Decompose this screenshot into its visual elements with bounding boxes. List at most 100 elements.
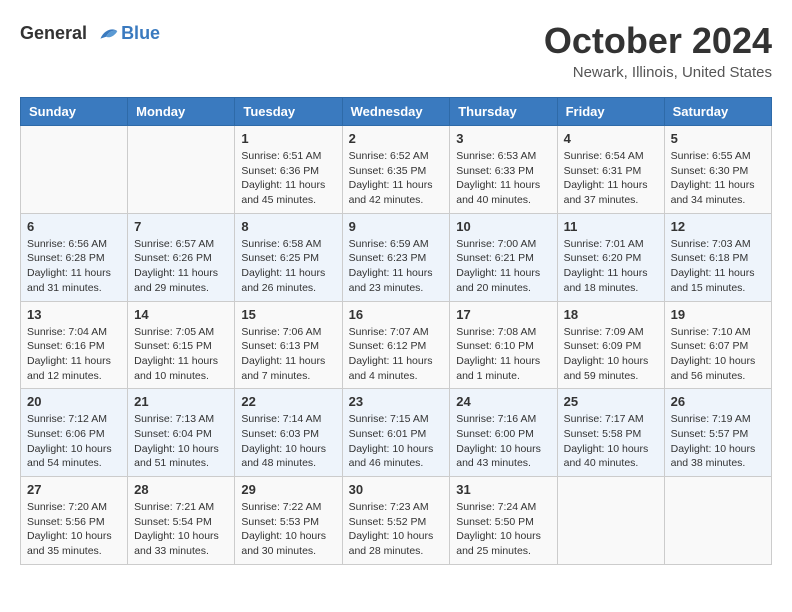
calendar-cell: 27 Sunrise: 7:20 AMSunset: 5:56 PMDayligh… (21, 477, 128, 565)
day-number: 31 (456, 482, 550, 497)
cell-line: Daylight: 10 hours and 51 minutes. (134, 442, 228, 471)
cell-line: Sunset: 6:04 PM (134, 427, 228, 442)
calendar-cell: 13Sunrise: 7:04 AMSunset: 6:16 PMDayligh… (21, 301, 128, 389)
day-number: 19 (671, 307, 765, 322)
day-number: 13 (27, 307, 121, 322)
cell-line: Sunset: 6:16 PM (27, 339, 121, 354)
day-header-friday: Friday (557, 98, 664, 126)
cell-line: Sunset: 6:28 PM (27, 251, 121, 266)
calendar-cell: 26Sunrise: 7:19 AMSunset: 5:57 PMDayligh… (664, 389, 771, 477)
cell-line: Sunrise: 6:53 AM (456, 149, 550, 164)
cell-content: Sunrise: 7:20 AMSunset: 5:56 PMDaylight:… (27, 500, 121, 559)
cell-line: Sunset: 6:23 PM (349, 251, 444, 266)
cell-line: Daylight: 11 hours and 23 minutes. (349, 266, 444, 295)
cell-line: Sunrise: 7:24 AM (456, 500, 550, 515)
cell-line: Daylight: 11 hours and 45 minutes. (241, 178, 335, 207)
calendar-cell: 15Sunrise: 7:06 AMSunset: 6:13 PMDayligh… (235, 301, 342, 389)
calendar-cell: 11Sunrise: 7:01 AMSunset: 6:20 PMDayligh… (557, 213, 664, 301)
calendar-week-row: 20 Sunrise: 7:12 AMSunset: 6:06 PMDayligh… (21, 389, 772, 477)
cell-content: Sunrise: 7:13 AMSunset: 6:04 PMDaylight:… (134, 412, 228, 471)
cell-line: Sunset: 6:15 PM (134, 339, 228, 354)
day-header-sunday: Sunday (21, 98, 128, 126)
cell-line: Sunrise: 7:05 AM (134, 325, 228, 340)
day-number: 18 (564, 307, 658, 322)
cell-line: Sunset: 6:12 PM (349, 339, 444, 354)
day-number: 29 (241, 482, 335, 497)
cell-line: Sunrise: 7:23 AM (349, 500, 444, 515)
cell-line: Daylight: 11 hours and 12 minutes. (27, 354, 121, 383)
cell-line: Daylight: 11 hours and 4 minutes. (349, 354, 444, 383)
cell-line: Sunset: 6:01 PM (349, 427, 444, 442)
cell-line: Sunset: 6:10 PM (456, 339, 550, 354)
day-header-tuesday: Tuesday (235, 98, 342, 126)
day-number: 20 (27, 394, 121, 409)
calendar-cell (557, 477, 664, 565)
cell-line: Sunrise: 7:19 AM (671, 412, 765, 427)
calendar-week-row: 27 Sunrise: 7:20 AMSunset: 5:56 PMDayligh… (21, 477, 772, 565)
calendar-cell: 16Sunrise: 7:07 AMSunset: 6:12 PMDayligh… (342, 301, 450, 389)
day-header-wednesday: Wednesday (342, 98, 450, 126)
cell-line: Daylight: 11 hours and 40 minutes. (456, 178, 550, 207)
cell-line: Daylight: 11 hours and 34 minutes. (671, 178, 765, 207)
logo: General Blue (20, 20, 160, 48)
calendar-week-row: 13Sunrise: 7:04 AMSunset: 6:16 PMDayligh… (21, 301, 772, 389)
cell-line: Daylight: 10 hours and 28 minutes. (349, 529, 444, 558)
day-number: 1 (241, 131, 335, 146)
calendar-cell (21, 126, 128, 214)
cell-content: Sunrise: 7:15 AMSunset: 6:01 PMDaylight:… (349, 412, 444, 471)
page-header: General Blue October 2024 Newark, Illino… (20, 20, 772, 81)
cell-line: Daylight: 11 hours and 1 minute. (456, 354, 550, 383)
day-number: 5 (671, 131, 765, 146)
day-number: 2 (349, 131, 444, 146)
cell-line: Daylight: 11 hours and 37 minutes. (564, 178, 658, 207)
cell-content: Sunrise: 7:03 AMSunset: 6:18 PMDaylight:… (671, 237, 765, 296)
day-number: 22 (241, 394, 335, 409)
day-number: 27 (27, 482, 121, 497)
cell-line: Daylight: 10 hours and 30 minutes. (241, 529, 335, 558)
calendar-week-row: 6Sunrise: 6:56 AMSunset: 6:28 PMDaylight… (21, 213, 772, 301)
calendar-cell: 22Sunrise: 7:14 AMSunset: 6:03 PMDayligh… (235, 389, 342, 477)
day-number: 7 (134, 219, 228, 234)
calendar-cell: 21Sunrise: 7:13 AMSunset: 6:04 PMDayligh… (128, 389, 235, 477)
location-text: Newark, Illinois, United States (544, 64, 772, 81)
calendar-cell: 12Sunrise: 7:03 AMSunset: 6:18 PMDayligh… (664, 213, 771, 301)
calendar-cell: 7Sunrise: 6:57 AMSunset: 6:26 PMDaylight… (128, 213, 235, 301)
cell-line: Sunrise: 7:08 AM (456, 325, 550, 340)
day-number: 15 (241, 307, 335, 322)
cell-line: Daylight: 11 hours and 29 minutes. (134, 266, 228, 295)
cell-content: Sunrise: 7:12 AMSunset: 6:06 PMDaylight:… (27, 412, 121, 471)
cell-line: Daylight: 11 hours and 26 minutes. (241, 266, 335, 295)
cell-line: Sunset: 5:53 PM (241, 515, 335, 530)
cell-line: Sunset: 5:50 PM (456, 515, 550, 530)
calendar-cell: 9Sunrise: 6:59 AMSunset: 6:23 PMDaylight… (342, 213, 450, 301)
calendar-cell: 2Sunrise: 6:52 AMSunset: 6:35 PMDaylight… (342, 126, 450, 214)
day-number: 6 (27, 219, 121, 234)
cell-line: Sunset: 6:26 PM (134, 251, 228, 266)
cell-line: Sunrise: 7:20 AM (27, 500, 121, 515)
calendar-cell (128, 126, 235, 214)
cell-line: Daylight: 11 hours and 31 minutes. (27, 266, 121, 295)
cell-content: Sunrise: 6:53 AMSunset: 6:33 PMDaylight:… (456, 149, 550, 208)
cell-content: Sunrise: 7:23 AMSunset: 5:52 PMDaylight:… (349, 500, 444, 559)
calendar-cell: 29Sunrise: 7:22 AMSunset: 5:53 PMDayligh… (235, 477, 342, 565)
cell-content: Sunrise: 7:00 AMSunset: 6:21 PMDaylight:… (456, 237, 550, 296)
cell-line: Sunset: 6:30 PM (671, 164, 765, 179)
day-number: 23 (349, 394, 444, 409)
cell-line: Daylight: 10 hours and 59 minutes. (564, 354, 658, 383)
calendar-cell: 18Sunrise: 7:09 AMSunset: 6:09 PMDayligh… (557, 301, 664, 389)
cell-line: Sunrise: 6:58 AM (241, 237, 335, 252)
cell-line: Sunset: 6:18 PM (671, 251, 765, 266)
calendar-cell: 4Sunrise: 6:54 AMSunset: 6:31 PMDaylight… (557, 126, 664, 214)
cell-line: Daylight: 10 hours and 38 minutes. (671, 442, 765, 471)
cell-content: Sunrise: 7:08 AMSunset: 6:10 PMDaylight:… (456, 325, 550, 384)
month-title: October 2024 (544, 20, 772, 62)
cell-line: Sunrise: 7:15 AM (349, 412, 444, 427)
calendar-cell: 6Sunrise: 6:56 AMSunset: 6:28 PMDaylight… (21, 213, 128, 301)
cell-line: Sunrise: 6:55 AM (671, 149, 765, 164)
cell-line: Sunrise: 7:03 AM (671, 237, 765, 252)
cell-line: Sunrise: 7:09 AM (564, 325, 658, 340)
day-number: 16 (349, 307, 444, 322)
cell-content: Sunrise: 6:55 AMSunset: 6:30 PMDaylight:… (671, 149, 765, 208)
logo-line2: Blue (121, 23, 160, 43)
cell-line: Sunset: 6:21 PM (456, 251, 550, 266)
